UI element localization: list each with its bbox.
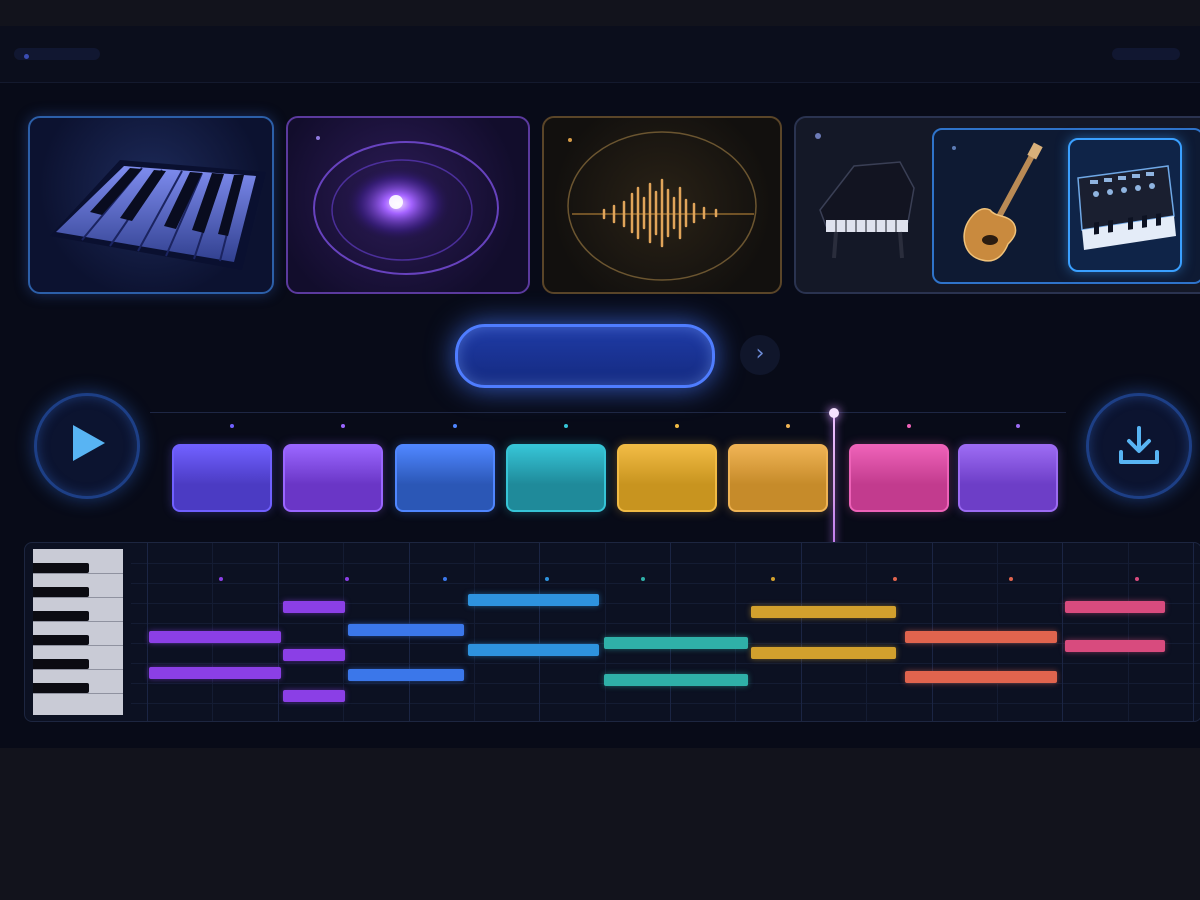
grid-row-line <box>131 663 1200 664</box>
beat-marker <box>893 577 897 581</box>
grid-beat-line <box>800 543 802 721</box>
beat-marker <box>545 577 549 581</box>
electric-guitar-icon <box>952 142 1043 262</box>
white-key-divider <box>33 645 123 646</box>
white-key-divider <box>33 669 123 670</box>
sound-wave-icon <box>567 131 757 281</box>
sequencer-rail <box>150 412 1066 413</box>
sequencer-pad[interactable] <box>506 444 606 512</box>
note-block[interactable] <box>282 649 345 662</box>
status-dot <box>24 54 29 59</box>
music-app-window: › <box>0 26 1200 748</box>
sequencer-pad[interactable] <box>172 444 272 512</box>
sequencer-pad[interactable] <box>849 444 949 512</box>
download-button[interactable] <box>1086 393 1192 499</box>
grand-piano-icon <box>815 133 915 259</box>
note-block[interactable] <box>347 668 464 681</box>
grid-row-line <box>131 703 1200 704</box>
grid-beat-line <box>1127 543 1129 721</box>
sequencer-pad[interactable] <box>617 444 717 512</box>
beat-marker <box>771 577 775 581</box>
playhead-handle[interactable] <box>829 408 839 418</box>
grid-row-line <box>131 563 1200 564</box>
top-bar <box>0 26 1200 83</box>
beat-marker <box>219 577 223 581</box>
piano-roll-keyboard[interactable] <box>33 549 123 715</box>
note-block[interactable] <box>282 601 345 614</box>
white-key-divider <box>33 573 123 574</box>
instrument-card-group[interactable] <box>794 116 1200 294</box>
pad-marker <box>907 424 911 428</box>
generate-button-label <box>458 327 712 385</box>
beat-marker <box>345 577 349 581</box>
grid-beat-line <box>147 543 148 721</box>
beat-marker <box>1135 577 1139 581</box>
pad-marker <box>453 424 457 428</box>
note-block[interactable] <box>149 666 281 679</box>
sequencer-pad[interactable] <box>958 444 1058 512</box>
note-block[interactable] <box>751 606 896 619</box>
note-block[interactable] <box>751 647 896 660</box>
sequencer-pad[interactable] <box>395 444 495 512</box>
grid-beat-line <box>604 543 606 721</box>
grid-beat-line <box>1062 543 1064 721</box>
sequencer-pad[interactable] <box>283 444 383 512</box>
pad-marker <box>1016 424 1020 428</box>
grid-row-line <box>131 583 1200 584</box>
black-key[interactable] <box>33 563 89 573</box>
note-block[interactable] <box>347 624 464 637</box>
pad-marker <box>786 424 790 428</box>
note-block[interactable] <box>1065 601 1165 614</box>
grid-beat-line <box>866 543 868 721</box>
note-block[interactable] <box>468 593 599 606</box>
play-button[interactable] <box>34 393 140 499</box>
chevron-right-icon: › <box>755 341 765 366</box>
note-block[interactable] <box>905 631 1057 644</box>
pad-marker <box>564 424 568 428</box>
generate-button[interactable] <box>455 324 715 388</box>
synthesizer-icon <box>1077 165 1176 250</box>
white-key-divider <box>33 621 123 622</box>
grid-beat-line <box>1193 543 1194 721</box>
instrument-card-waveform[interactable] <box>542 116 782 294</box>
top-right-control[interactable] <box>1112 48 1180 60</box>
black-key[interactable] <box>33 683 89 693</box>
next-button[interactable]: › <box>740 335 780 375</box>
piano-roll[interactable] <box>24 542 1200 722</box>
note-block[interactable] <box>468 643 599 656</box>
note-block[interactable] <box>1065 640 1165 653</box>
grid-beat-line <box>539 543 541 721</box>
nebula-orb-icon <box>313 136 499 275</box>
black-key[interactable] <box>33 587 89 597</box>
pad-marker <box>341 424 345 428</box>
grid-beat-line <box>473 543 475 721</box>
grid-beat-line <box>670 543 671 721</box>
instrument-card-nebula[interactable] <box>286 116 530 294</box>
note-block[interactable] <box>604 674 749 687</box>
play-icon <box>73 425 105 461</box>
beat-marker <box>1009 577 1013 581</box>
note-block[interactable] <box>604 636 749 649</box>
grid-row-line <box>131 623 1200 624</box>
pad-marker <box>230 424 234 428</box>
instrument-option-synth[interactable] <box>1068 138 1182 272</box>
download-icon <box>1119 426 1159 464</box>
piano-keys-icon <box>50 160 266 270</box>
sequencer-pad[interactable] <box>728 444 828 512</box>
black-key[interactable] <box>33 635 89 645</box>
pad-marker <box>675 424 679 428</box>
white-key-divider <box>33 693 123 694</box>
note-block[interactable] <box>905 670 1057 683</box>
note-block[interactable] <box>149 631 281 644</box>
black-key[interactable] <box>33 611 89 621</box>
white-key-divider <box>33 597 123 598</box>
instrument-card-piano[interactable] <box>28 116 274 294</box>
grid-beat-line <box>735 543 737 721</box>
beat-marker <box>443 577 447 581</box>
beat-marker <box>641 577 645 581</box>
black-key[interactable] <box>33 659 89 669</box>
note-block[interactable] <box>282 690 345 703</box>
